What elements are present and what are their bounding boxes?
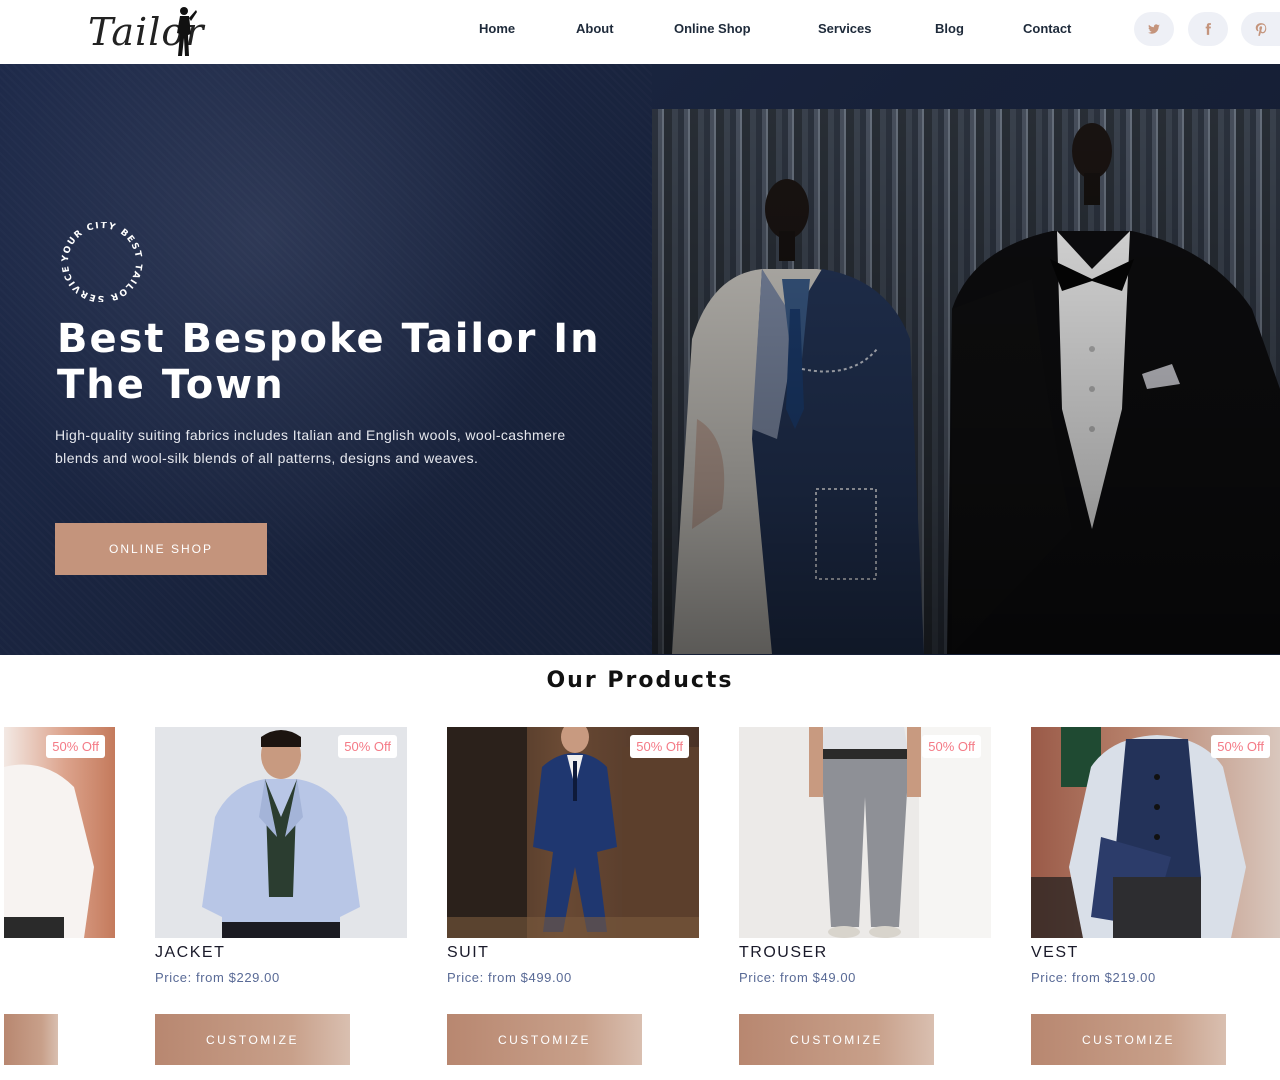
- twitter-icon: [1148, 24, 1160, 34]
- suits-on-mannequins-image: [652, 109, 1280, 654]
- facebook-button[interactable]: [1188, 12, 1228, 46]
- product-image-vest[interactable]: 50% Off: [1031, 727, 1280, 938]
- product-price-vest: Price: from $219.00: [1031, 970, 1156, 985]
- site-header: Tailor Home About Online Shop Services B…: [0, 0, 1280, 64]
- trouser-illustration: [809, 727, 991, 938]
- product-name-jacket[interactable]: JACKET: [155, 944, 225, 962]
- product-image-shirt[interactable]: 50% Off: [4, 727, 115, 938]
- nav-services[interactable]: Services: [818, 21, 872, 36]
- twitter-button[interactable]: [1134, 12, 1174, 46]
- nav-contact[interactable]: Contact: [1023, 21, 1071, 36]
- product-image-jacket[interactable]: 50% Off: [155, 727, 407, 938]
- jacket-illustration: [202, 730, 360, 938]
- hero-photo-shade: [652, 109, 1280, 654]
- hero-title-line2: The Town: [57, 362, 285, 408]
- product-name-suit[interactable]: SUIT: [447, 944, 489, 962]
- products-title: Our Products: [546, 668, 734, 693]
- product-name-vest[interactable]: VEST: [1031, 944, 1079, 962]
- discount-badge: 50% Off: [922, 735, 981, 758]
- suit-illustration: [447, 727, 699, 938]
- nav-about[interactable]: About: [576, 21, 614, 36]
- hero-title-line1: Best Bespoke Tailor In: [57, 316, 601, 362]
- shirt-illustration: [4, 764, 94, 938]
- product-image-suit[interactable]: 50% Off: [447, 727, 699, 938]
- vest-illustration: [1031, 727, 1246, 938]
- hero-description: High-quality suiting fabrics includes It…: [55, 427, 566, 466]
- best-tailor-badge: YOUR CITY BEST TAILOR SERVICE IN: [52, 222, 143, 302]
- nav-home[interactable]: Home: [479, 21, 515, 36]
- nav-online-shop[interactable]: Online Shop: [674, 21, 751, 36]
- hero-title: Best Bespoke Tailor In The Town: [57, 316, 657, 408]
- badge-text: YOUR CITY BEST TAILOR SERVICE IN: [52, 222, 142, 302]
- product-image-trouser[interactable]: 50% Off: [739, 727, 991, 938]
- discount-badge: 50% Off: [46, 735, 105, 758]
- product-price-suit: Price: from $499.00: [447, 970, 572, 985]
- customize-button-vest[interactable]: CUSTOMIZE: [1031, 1014, 1226, 1065]
- nav-blog[interactable]: Blog: [935, 21, 964, 36]
- main-nav: Home About Online Shop Services Blog Con…: [0, 21, 1280, 41]
- customize-button-jacket[interactable]: CUSTOMIZE: [155, 1014, 350, 1065]
- customize-button-suit[interactable]: CUSTOMIZE: [447, 1014, 642, 1065]
- pinterest-icon: [1255, 23, 1266, 36]
- discount-badge: 50% Off: [1211, 735, 1270, 758]
- product-price-trouser: Price: from $49.00: [739, 970, 857, 985]
- facebook-icon: [1205, 23, 1211, 35]
- svg-text:YOUR CITY BEST TAILOR SERVICE: YOUR CITY BEST TAILOR SERVICE IN: [52, 222, 143, 302]
- customize-button-trouser[interactable]: CUSTOMIZE: [739, 1014, 934, 1065]
- online-shop-button[interactable]: ONLINE SHOP: [55, 523, 267, 575]
- product-name-trouser[interactable]: TROUSER: [739, 944, 828, 962]
- product-price-jacket: Price: from $229.00: [155, 970, 280, 985]
- customize-button-partial[interactable]: [4, 1014, 58, 1065]
- discount-badge: 50% Off: [630, 735, 689, 758]
- discount-badge: 50% Off: [338, 735, 397, 758]
- pinterest-button[interactable]: [1241, 12, 1280, 46]
